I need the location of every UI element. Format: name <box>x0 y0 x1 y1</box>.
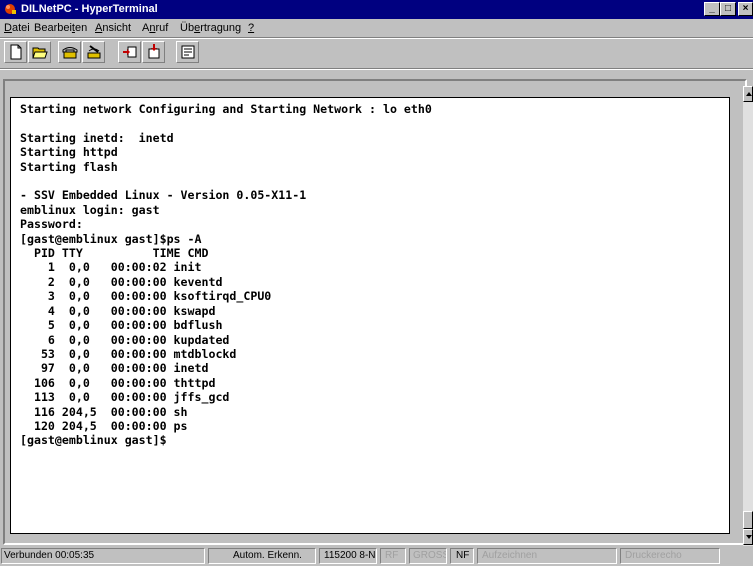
terminal-line: 116 204,5 00:00:00 sh <box>20 404 188 419</box>
hyperterminal-app-icon[interactable] <box>3 2 17 16</box>
status-scroll-lock: RF <box>380 548 406 564</box>
menu-ansicht[interactable]: Ansicht <box>95 22 131 34</box>
properties-icon <box>181 45 195 59</box>
terminal-line: Starting network Configuring and Startin… <box>20 102 432 116</box>
new-connection-button[interactable] <box>4 41 27 63</box>
menu-label-post: en <box>74 22 88 34</box>
terminal-line: 4 0,0 00:00:00 kswapd <box>20 303 216 318</box>
maximize-button[interactable]: □ <box>720 2 736 16</box>
status-bar: Verbunden 00:05:35 Autom. Erkenn. 115200… <box>0 548 753 566</box>
terminal-line: Password: <box>20 217 83 232</box>
scroll-thumb[interactable] <box>743 511 753 529</box>
menu-label-post: atei <box>11 22 30 34</box>
terminal-line: 6 0,0 00:00:00 kupdated <box>20 332 230 347</box>
terminal-line: 106 0,0 00:00:00 thttpd <box>20 375 216 390</box>
status-connection-time: Verbunden 00:05:35 <box>1 548 205 564</box>
menu-bearbeiten[interactable]: Bearbeiten <box>34 22 87 34</box>
title-bar[interactable]: DILNetPC - HyperTerminal _ □ × <box>0 0 753 19</box>
menu-label-post: nsicht <box>102 22 132 34</box>
terminal-line: 1 0,0 00:00:02 init <box>20 260 202 275</box>
scroll-up-button[interactable] <box>743 86 753 102</box>
terminal-line: PID TTY TIME CMD <box>20 246 209 261</box>
terminal-line: 97 0,0 00:00:00 inetd <box>20 361 209 376</box>
vertical-scrollbar[interactable] <box>743 86 753 546</box>
send-file-icon <box>123 46 137 58</box>
disconnect-phone-icon <box>87 45 101 59</box>
terminal-line: emblinux login: gast <box>20 202 160 217</box>
menu-uebertragung[interactable]: Übertragung <box>180 22 241 34</box>
scroll-down-button[interactable] <box>743 529 753 545</box>
arrow-up-icon <box>746 92 752 96</box>
terminal-line: 113 0,0 00:00:00 jffs_gcd <box>20 390 230 405</box>
menu-accelerator: D <box>4 22 12 34</box>
terminal-screen[interactable]: Starting network Configuring and Startin… <box>10 97 730 534</box>
connect-phone-icon <box>62 47 78 59</box>
connect-button[interactable] <box>58 41 81 63</box>
receive-button[interactable] <box>142 41 165 63</box>
status-caps-lock: GROSS <box>409 548 447 564</box>
terminal-line: [gast@emblinux gast]$ <box>20 433 167 448</box>
toolbar <box>4 41 244 65</box>
new-document-icon <box>10 44 22 60</box>
status-print-echo: Druckerecho <box>620 548 720 564</box>
send-button[interactable] <box>118 41 141 63</box>
close-button[interactable]: × <box>738 2 753 16</box>
minimize-button[interactable]: _ <box>704 2 720 16</box>
disconnect-button[interactable] <box>82 41 105 63</box>
menu-label-pre: Bearbei <box>34 22 72 34</box>
menu-help[interactable]: ? <box>248 22 254 34</box>
open-button[interactable] <box>28 41 51 63</box>
menu-label-post: rtragung <box>200 22 242 34</box>
terminal-line: 3 0,0 00:00:00 ksoftirqd_CPU0 <box>20 289 272 304</box>
menu-label-pre: Üb <box>180 22 195 34</box>
receive-file-icon <box>148 44 160 59</box>
status-port-settings: 115200 8-N-1 <box>319 548 377 564</box>
toolbar-divider <box>0 37 753 39</box>
terminal-line: 5 0,0 00:00:00 bdflush <box>20 318 223 333</box>
terminal-line: 2 0,0 00:00:00 keventd <box>20 274 223 289</box>
arrow-down-icon <box>746 535 752 539</box>
status-num-lock: NF <box>450 548 474 564</box>
terminal-line: 53 0,0 00:00:00 mtdblockd <box>20 346 237 361</box>
window-title: DILNetPC - HyperTerminal <box>21 3 158 15</box>
menu-anruf[interactable]: Anruf <box>142 22 168 34</box>
terminal-line: Starting flash <box>20 159 118 174</box>
menu-accelerator: ? <box>248 22 255 34</box>
properties-button[interactable] <box>176 41 199 63</box>
terminal-line: Starting httpd <box>20 145 118 160</box>
status-capture: Aufzeichnen <box>477 548 617 564</box>
toolbar-divider <box>0 68 753 70</box>
open-folder-icon <box>32 47 48 59</box>
terminal-line: - SSV Embedded Linux - Version 0.05-X11-… <box>20 188 307 203</box>
status-autodetect: Autom. Erkenn. <box>208 548 316 564</box>
terminal-line: [gast@emblinux gast]$ps -A <box>20 231 202 246</box>
terminal-output: Starting network Configuring and Startin… <box>20 102 432 448</box>
menu-bar: Datei Bearbeiten Ansicht Anruf Übertragu… <box>0 19 753 37</box>
terminal-line: 120 204,5 00:00:00 ps <box>20 418 188 433</box>
menu-label-post: ruf <box>155 22 169 34</box>
menu-datei[interactable]: Datei <box>4 22 30 34</box>
terminal-line: Starting inetd: inetd <box>20 130 174 145</box>
